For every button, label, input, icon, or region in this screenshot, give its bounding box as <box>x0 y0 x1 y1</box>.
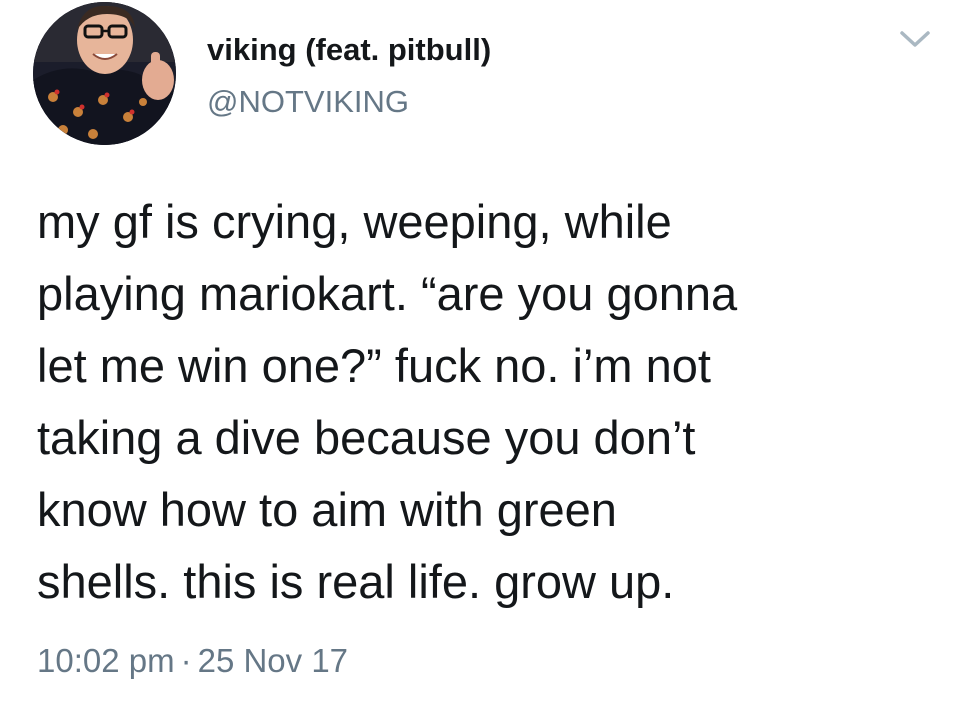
tweet-date: 25 Nov 17 <box>197 642 349 679</box>
avatar[interactable] <box>33 2 176 145</box>
chevron-down-icon[interactable] <box>898 28 932 50</box>
meta-separator: · <box>180 642 192 679</box>
tweet-card: viking (feat. pitbull) @NOTVIKING my gf … <box>0 0 960 713</box>
tweet-text-line: let me win one?” fuck no. i’m not <box>37 339 711 392</box>
tweet-text-line: taking a dive because you don’t <box>37 411 696 464</box>
tweet-text-line: playing mariokart. “are you gonna <box>37 267 738 320</box>
tweet-text-line: shells. this is real life. grow up. <box>37 555 675 608</box>
tweet-time: 10:02 pm <box>37 642 175 679</box>
avatar-image <box>33 2 176 145</box>
tweet-timestamp[interactable]: 10:02 pm · 25 Nov 17 <box>37 642 348 680</box>
tweet-text-line: know how to aim with green <box>37 483 617 536</box>
tweet-text-line: my gf is crying, weeping, while <box>37 195 672 248</box>
display-name[interactable]: viking (feat. pitbull) <box>207 32 491 68</box>
tweet-text: my gf is crying, weeping, while playing … <box>37 186 937 618</box>
user-handle[interactable]: @NOTVIKING <box>207 84 409 120</box>
